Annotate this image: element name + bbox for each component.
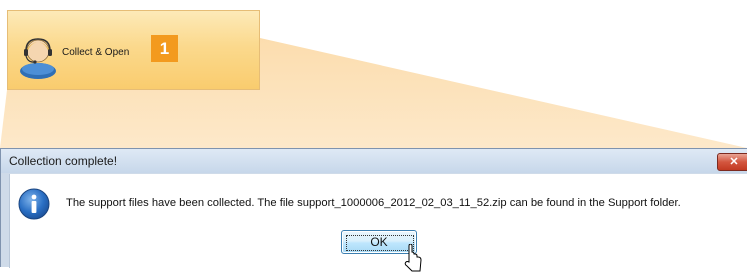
collect-open-button[interactable]: Collect & Open: [14, 33, 146, 79]
message-dialog: Collection complete! ✕ The support files…: [0, 148, 747, 272]
callout-zoom-box: Collect & Open 1: [7, 10, 260, 90]
close-icon: ✕: [729, 156, 739, 168]
support-agent-icon: [20, 38, 56, 79]
close-button[interactable]: ✕: [717, 153, 747, 171]
collect-open-label: Collect & Open: [62, 47, 130, 58]
step-number-badge: 1: [151, 35, 178, 62]
dialog-title: Collection complete!: [9, 154, 118, 168]
info-icon: [18, 188, 50, 220]
dialog-message: The support files have been collected. T…: [66, 197, 681, 209]
dialog-titlebar[interactable]: Collection complete! ✕: [1, 149, 747, 173]
pointer-cursor-icon: [404, 244, 422, 272]
dialog-content: The support files have been collected. T…: [9, 174, 747, 272]
